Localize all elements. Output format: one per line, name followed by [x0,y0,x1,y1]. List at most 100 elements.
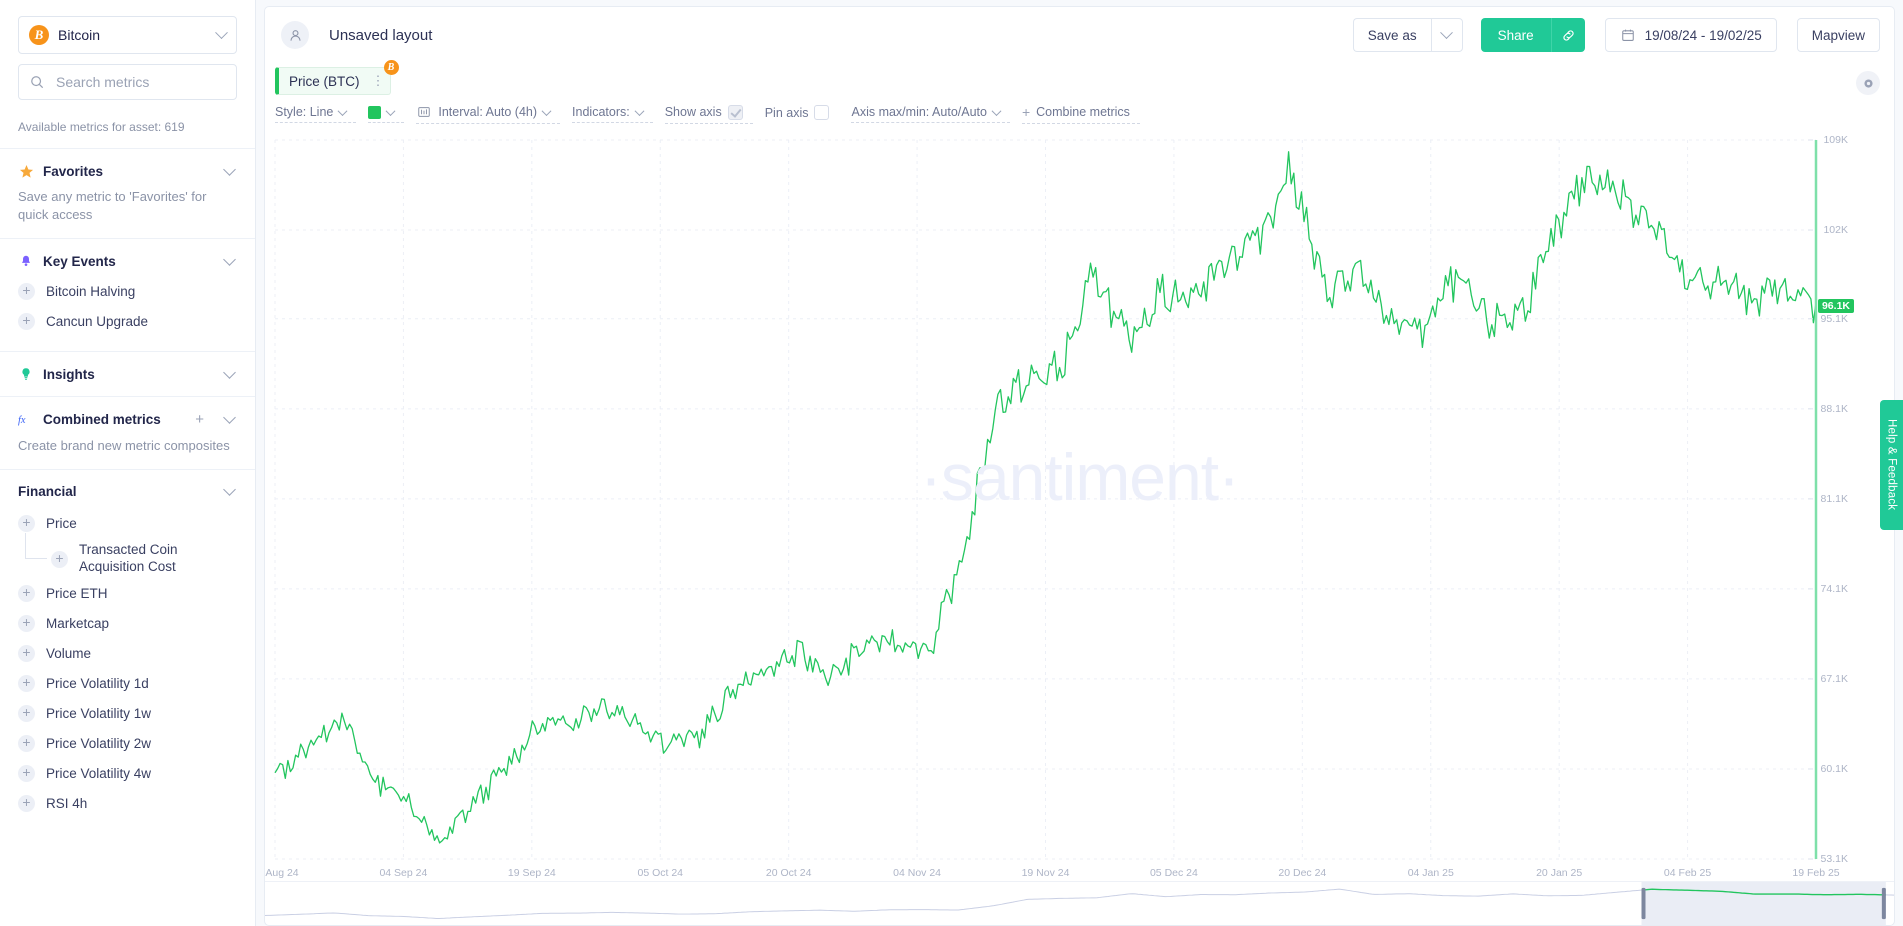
financial-header[interactable]: Financial [18,483,237,499]
metric-item-price-volatility-2w[interactable]: + Price Volatility 2w [18,729,237,759]
chart-settings-button[interactable] [1856,71,1880,95]
share-group: Share [1480,18,1585,52]
tree-connector [25,533,47,559]
y-axis-tick: 67.1K [1820,672,1848,685]
interval-selector[interactable]: Interval: Auto (4h) [416,104,561,124]
metric-chip-label: Price (BTC) [289,73,360,89]
date-range-picker[interactable]: 19/08/24 - 19/02/25 [1604,18,1777,52]
metric-chip-price-btc[interactable]: Price (BTC) ⋮ B [275,60,399,95]
chevron-down-icon [541,105,552,116]
search-input[interactable] [54,73,226,91]
section-insights: Insights [0,351,255,396]
chevron-up-icon[interactable] [223,483,236,496]
y-axis-tick: 88.1K [1820,402,1848,415]
financial-title: Financial [18,484,77,499]
metric-item-price[interactable]: + Price [18,509,237,539]
section-combined-metrics: fx Combined metrics + Create brand new m… [0,396,255,469]
metric-item-rsi-4h[interactable]: + RSI 4h [18,789,237,819]
add-combined-metric-button[interactable]: + [195,411,204,428]
plus-icon[interactable]: + [18,283,35,300]
key-event-bitcoin-halving[interactable]: + Bitcoin Halving [18,277,237,307]
fx-icon: fx [18,412,34,428]
save-as-dropdown-button[interactable] [1430,18,1463,52]
metric-chip-row: Price (BTC) ⋮ B [265,60,1894,95]
style-selector[interactable]: Style: Line [275,105,357,123]
axis-maxmin-selector[interactable]: Axis max/min: Auto/Auto [851,105,1010,123]
indicators-label: Indicators: [572,105,630,119]
plus-icon[interactable]: + [18,645,35,662]
x-axis-tick: 20 Aug 24 [265,867,299,879]
plus-icon[interactable]: + [18,795,35,812]
plus-icon[interactable]: + [18,615,35,632]
avatar[interactable] [281,21,309,49]
chevron-down-icon [215,25,228,39]
y-axis-tick: 81.1K [1820,492,1848,505]
insights-header[interactable]: Insights [18,365,237,382]
chevron-down-icon [385,105,396,116]
plus-icon[interactable]: + [51,551,68,568]
chevron-up-icon[interactable] [223,411,236,424]
show-axis-toggle[interactable]: Show axis [664,104,753,124]
metric-item-transacted-coin-acquisition-cost[interactable]: + Transacted Coin Acquisition Cost [18,533,237,579]
pin-axis-toggle[interactable]: Pin axis [765,105,840,123]
chevron-down-icon[interactable] [223,365,236,379]
metric-item-marketcap[interactable]: + Marketcap [18,609,237,639]
x-axis-tick: 04 Sep 24 [379,867,428,879]
chevron-up-icon[interactable] [223,162,236,176]
style-label: Style: Line [275,105,334,119]
mapview-button[interactable]: Mapview [1796,18,1880,52]
chevron-up-icon[interactable] [223,252,236,266]
plus-icon[interactable]: + [18,765,35,782]
share-button[interactable]: Share [1480,18,1551,52]
favorites-header[interactable]: Favorites [18,162,237,179]
key-events-header[interactable]: Key Events [18,252,237,269]
color-selector[interactable] [368,105,405,123]
plus-icon[interactable]: + [18,705,35,722]
current-price-label: 96.1K [1817,298,1854,313]
combine-metrics-button[interactable]: + Combine metrics [1021,104,1140,124]
save-as-button[interactable]: Save as [1352,18,1431,52]
help-feedback-tab[interactable]: Help & Feedback [1880,400,1903,530]
key-event-cancun-upgrade[interactable]: + Cancun Upgrade [18,307,237,337]
x-axis-tick: 05 Oct 24 [637,867,684,879]
metric-item-price-eth[interactable]: + Price ETH [18,579,237,609]
page-title: Unsaved layout [329,26,433,44]
metric-item-price-volatility-1d[interactable]: + Price Volatility 1d [18,669,237,699]
metric-label: RSI 4h [46,796,88,811]
y-axis-tick: 95.1K [1820,312,1848,325]
show-axis-checkbox[interactable] [727,104,743,120]
y-axis-tick: 60.1K [1820,762,1848,775]
svg-text:fx: fx [18,415,26,426]
combined-metrics-header[interactable]: fx Combined metrics + [18,411,237,428]
pin-axis-checkbox[interactable] [814,105,830,120]
price-chart[interactable]: ·santiment· 109K 102K 95.1K 88.1K 81.1K 74.1K… [265,132,1894,881]
asset-selector[interactable]: B Bitcoin [18,16,237,54]
plus-icon[interactable]: + [18,735,35,752]
key-event-label: Cancun Upgrade [46,314,149,329]
y-axis-tick: 74.1K [1820,582,1848,595]
favorites-title: Favorites [43,163,104,179]
calendar-icon [1620,27,1636,43]
plus-icon[interactable]: + [18,585,35,602]
x-axis-tick: 04 Feb 25 [1663,867,1712,879]
x-axis-labels: 20 Aug 24 04 Sep 24 19 Sep 24 05 Oct 24 20 O… [265,859,1894,881]
copy-link-button[interactable] [1550,18,1585,52]
metric-label: Volume [46,646,92,661]
plus-icon[interactable]: + [18,675,35,692]
metric-item-price-volatility-4w[interactable]: + Price Volatility 4w [18,759,237,789]
range-navigator[interactable] [265,881,1894,925]
section-financial: Financial + Price + Transacted Coin Acqu… [0,469,255,833]
plus-icon[interactable]: + [18,313,35,330]
metric-item-volume[interactable]: + Volume [18,639,237,669]
bitcoin-icon: B [383,60,399,75]
sidebar-scroll[interactable]: Favorites Save any metric to 'Favorites'… [0,148,255,926]
indicators-selector[interactable]: Indicators: [572,105,653,123]
metric-item-price-volatility-1w[interactable]: + Price Volatility 1w [18,699,237,729]
sidebar-top: B Bitcoin [0,0,255,110]
plus-icon[interactable]: + [18,515,35,532]
show-axis-label: Show axis [664,105,722,119]
metric-label: Price [46,516,77,531]
toolbar: Unsaved layout Save as Share 19/08/24 - … [265,7,1894,63]
search-metrics-box[interactable] [18,64,237,100]
chip-menu-icon[interactable]: ⋮ [372,74,385,87]
